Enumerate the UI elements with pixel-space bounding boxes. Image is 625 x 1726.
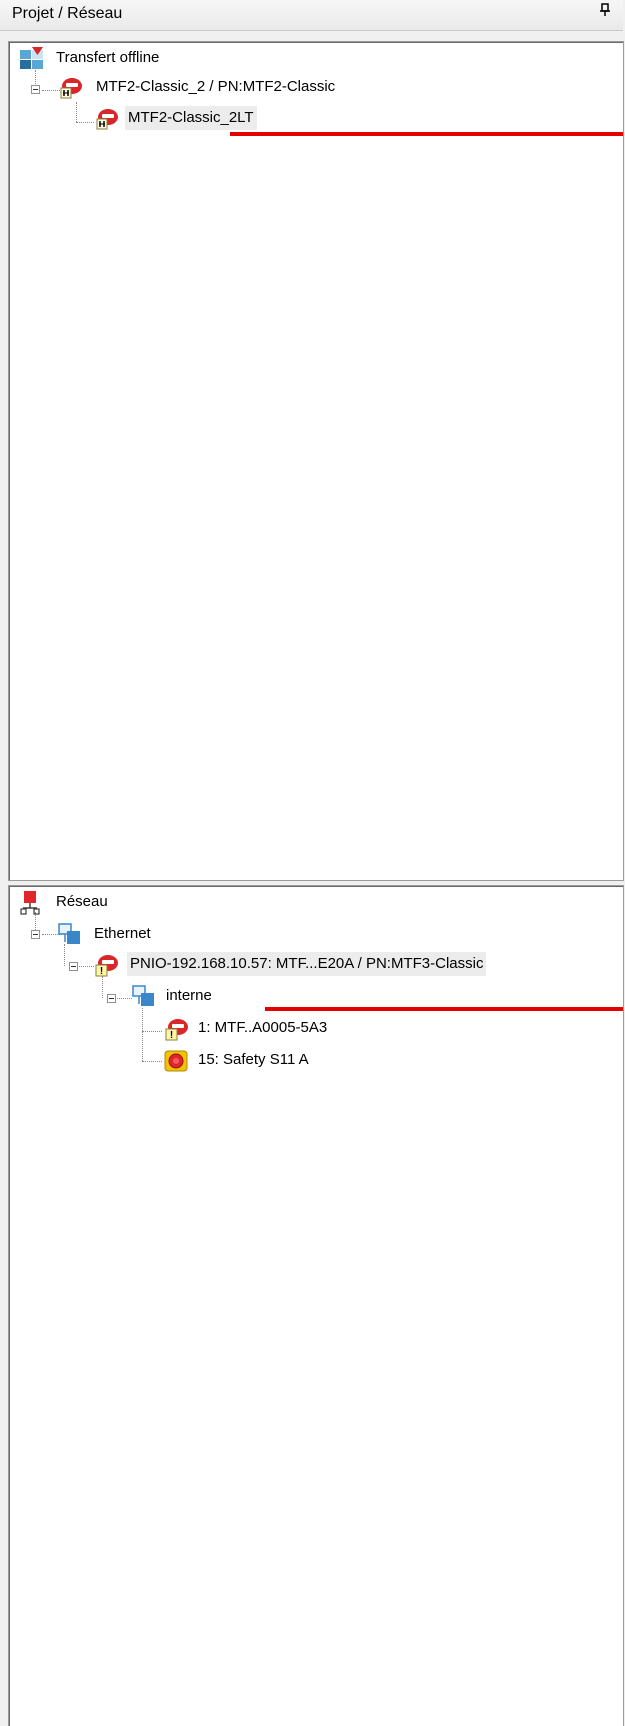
tree-node-label: MTF2-Classic_2 / PN:MTF2-Classic xyxy=(96,78,336,95)
svg-text:!: ! xyxy=(170,1030,173,1041)
tree-node-device-child[interactable]: MTF2-Classic_2LT xyxy=(93,106,413,130)
network-tree-pane[interactable]: Réseau Ethernet ! PNIO-192.168.10.57: MT… xyxy=(8,885,624,1726)
pin-icon[interactable] xyxy=(599,3,611,22)
tree-node-module[interactable]: ! 1: MTF..A0005-5A3 xyxy=(163,1015,463,1041)
network-segment-icon xyxy=(57,920,83,946)
tree-node-internal[interactable]: interne xyxy=(103,984,303,1008)
tree-node-pnio-device[interactable]: ! PNIO-192.168.10.57: MTF...E20A / PN:MT… xyxy=(65,951,585,977)
panel-title: Projet / Réseau xyxy=(12,5,123,22)
tree-node-label: Réseau xyxy=(56,893,108,910)
tree-node-label: Transfert offline xyxy=(56,49,160,66)
offline-transfer-icon xyxy=(19,46,45,72)
safety-button-icon xyxy=(163,1047,189,1073)
collapse-toggle[interactable] xyxy=(69,962,78,971)
tree-node-network[interactable]: Réseau xyxy=(19,890,219,916)
annotation-line xyxy=(265,1007,623,1011)
device-icon xyxy=(57,74,83,100)
panel-titlebar: Projet / Réseau xyxy=(0,0,623,31)
tree-node-label: 15: Safety S11 A xyxy=(198,1051,309,1068)
tree-node-label: Ethernet xyxy=(94,925,151,942)
network-segment-icon xyxy=(131,982,157,1008)
tree-node-label: 1: MTF..A0005-5A3 xyxy=(198,1019,328,1036)
device-warning-icon: ! xyxy=(93,951,119,977)
collapse-toggle[interactable] xyxy=(107,994,116,1003)
annotation-line xyxy=(230,132,623,136)
network-icon xyxy=(19,890,45,916)
device-icon xyxy=(93,105,119,131)
project-tree-pane[interactable]: Transfert offline MTF2-Classic_2 / PN:MT… xyxy=(8,41,624,881)
device-warning-icon: ! xyxy=(163,1015,189,1041)
tree-node-label: interne xyxy=(166,987,212,1004)
tree-node-offline-transfer[interactable]: Transfert offline xyxy=(19,46,319,70)
tree-node-label: PNIO-192.168.10.57: MTF...E20A / PN:MTF3… xyxy=(127,952,487,976)
tree-node-ethernet[interactable]: Ethernet xyxy=(27,922,227,946)
collapse-toggle[interactable] xyxy=(31,930,40,939)
tree-node-label: MTF2-Classic_2LT xyxy=(125,106,257,130)
collapse-toggle[interactable] xyxy=(31,85,40,94)
svg-text:!: ! xyxy=(100,966,103,977)
tree-node-module[interactable]: 15: Safety S11 A xyxy=(163,1048,463,1072)
tree-node-device[interactable]: MTF2-Classic_2 / PN:MTF2-Classic xyxy=(27,75,427,99)
